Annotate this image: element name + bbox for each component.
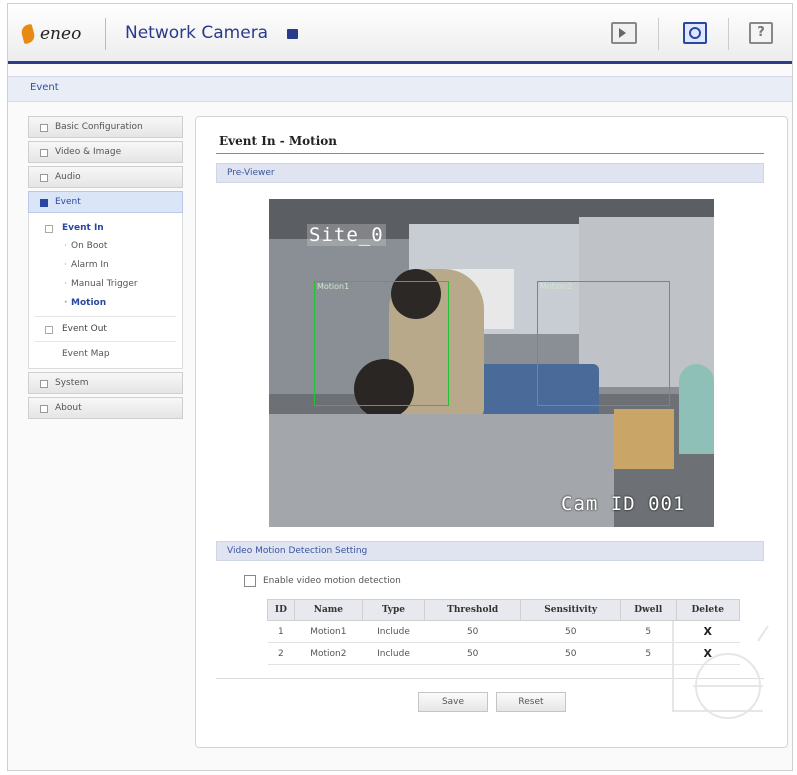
header-divider bbox=[105, 18, 106, 50]
event-submenu: Event In On Boot Alarm In Manual Trigger… bbox=[28, 213, 183, 369]
section-vmd-setting: Video Motion Detection Setting bbox=[216, 541, 764, 561]
scene-person bbox=[679, 364, 714, 454]
app-header: eneo Network Camera ? bbox=[8, 4, 792, 62]
collapse-icon bbox=[40, 199, 48, 207]
page-title: Event In - Motion bbox=[219, 134, 337, 148]
motion-zone-1[interactable]: Motion1 bbox=[314, 281, 449, 406]
submenu-motion[interactable]: Motion bbox=[29, 294, 182, 313]
submenu-on-boot[interactable]: On Boot bbox=[29, 237, 182, 256]
breadcrumb: Event bbox=[8, 76, 792, 102]
expand-icon bbox=[40, 149, 48, 157]
section-pre-viewer: Pre-Viewer bbox=[216, 163, 764, 183]
expand-icon bbox=[40, 124, 48, 132]
column-header: Type bbox=[361, 599, 425, 621]
sidebar-item-system[interactable]: System bbox=[28, 372, 183, 394]
enable-motion-label: Enable video motion detection bbox=[263, 576, 401, 586]
breadcrumb-item-event[interactable]: Event bbox=[30, 82, 59, 93]
reset-button[interactable]: Reset bbox=[496, 692, 566, 712]
sidebar: Basic Configuration Video & Image Audio … bbox=[28, 116, 183, 422]
live-view-icon[interactable] bbox=[611, 22, 637, 44]
expand-icon bbox=[40, 405, 48, 413]
column-header: ID bbox=[267, 599, 295, 621]
section-title: Pre-Viewer bbox=[227, 168, 275, 178]
cell-type: Include bbox=[362, 620, 425, 643]
submenu-divider bbox=[35, 316, 176, 317]
enable-motion-row: Enable video motion detection bbox=[244, 575, 401, 587]
submenu-event-out[interactable]: Event Out bbox=[29, 320, 182, 338]
submenu-event-map[interactable]: Event Map bbox=[29, 345, 182, 364]
sidebar-item-about[interactable]: About bbox=[28, 397, 183, 419]
eneo-mark-icon bbox=[20, 23, 36, 45]
camera-preview[interactable]: Motion1 Motion2 Site_0 Cam ID 001 bbox=[269, 199, 714, 527]
cell-threshold: 50 bbox=[424, 620, 521, 643]
cell-type: Include bbox=[362, 642, 425, 665]
sidebar-item-audio[interactable]: Audio bbox=[28, 166, 183, 188]
eneo-logo: eneo bbox=[20, 21, 81, 47]
title-badge-icon bbox=[287, 29, 298, 39]
column-header: Sensitivity bbox=[520, 599, 622, 621]
submenu-alarm-in[interactable]: Alarm In bbox=[29, 256, 182, 275]
motion-zone-label: Motion2 bbox=[540, 282, 573, 291]
cell-id: 2 bbox=[267, 642, 295, 665]
header-divider bbox=[658, 18, 659, 50]
sidebar-item-label: Audio bbox=[55, 172, 81, 182]
enable-motion-checkbox[interactable] bbox=[244, 575, 256, 587]
motion-zone-2[interactable]: Motion2 bbox=[537, 281, 670, 406]
cell-name: Motion2 bbox=[294, 642, 363, 665]
setup-icon[interactable] bbox=[683, 22, 707, 44]
scene-box bbox=[614, 409, 674, 469]
camera-id-label: Cam ID 001 bbox=[561, 493, 686, 515]
sidebar-item-label: Basic Configuration bbox=[55, 122, 143, 132]
sidebar-item-video-image[interactable]: Video & Image bbox=[28, 141, 183, 163]
column-header: Name bbox=[293, 599, 363, 621]
brand-name: eneo bbox=[40, 24, 82, 44]
header-accent-line bbox=[8, 61, 792, 64]
expand-icon bbox=[40, 380, 48, 388]
sidebar-item-event[interactable]: Event bbox=[28, 191, 183, 213]
section-title: Video Motion Detection Setting bbox=[227, 546, 368, 556]
expand-icon bbox=[45, 326, 53, 334]
app-window: eneo Network Camera ? Event Basic Config… bbox=[7, 3, 793, 771]
sidebar-item-label: Event bbox=[55, 197, 81, 207]
submenu-label: Event In bbox=[62, 223, 104, 233]
camera-watermark-icon bbox=[672, 621, 769, 719]
submenu-event-in[interactable]: Event In bbox=[29, 219, 182, 237]
cell-threshold: 50 bbox=[424, 642, 521, 665]
cell-id: 1 bbox=[267, 620, 295, 643]
help-icon[interactable]: ? bbox=[749, 22, 773, 44]
cell-name: Motion1 bbox=[294, 620, 363, 643]
sidebar-item-label: Video & Image bbox=[55, 147, 122, 157]
motion-zone-label: Motion1 bbox=[317, 282, 350, 291]
expand-icon bbox=[45, 225, 53, 233]
submenu-label: Event Out bbox=[62, 324, 107, 334]
sidebar-item-basic-configuration[interactable]: Basic Configuration bbox=[28, 116, 183, 138]
column-header: Threshold bbox=[423, 599, 522, 621]
save-button[interactable]: Save bbox=[418, 692, 488, 712]
submenu-divider bbox=[35, 341, 176, 342]
header-divider bbox=[728, 18, 729, 50]
title-divider bbox=[216, 153, 764, 154]
expand-icon bbox=[40, 174, 48, 182]
sidebar-item-label: System bbox=[55, 378, 89, 388]
app-title: Network Camera bbox=[125, 23, 269, 43]
camera-site-label: Site_0 bbox=[307, 224, 386, 246]
cell-sensitivity: 50 bbox=[520, 620, 621, 643]
sidebar-item-label: About bbox=[55, 403, 82, 413]
cell-sensitivity: 50 bbox=[520, 642, 621, 665]
submenu-manual-trigger[interactable]: Manual Trigger bbox=[29, 275, 182, 294]
